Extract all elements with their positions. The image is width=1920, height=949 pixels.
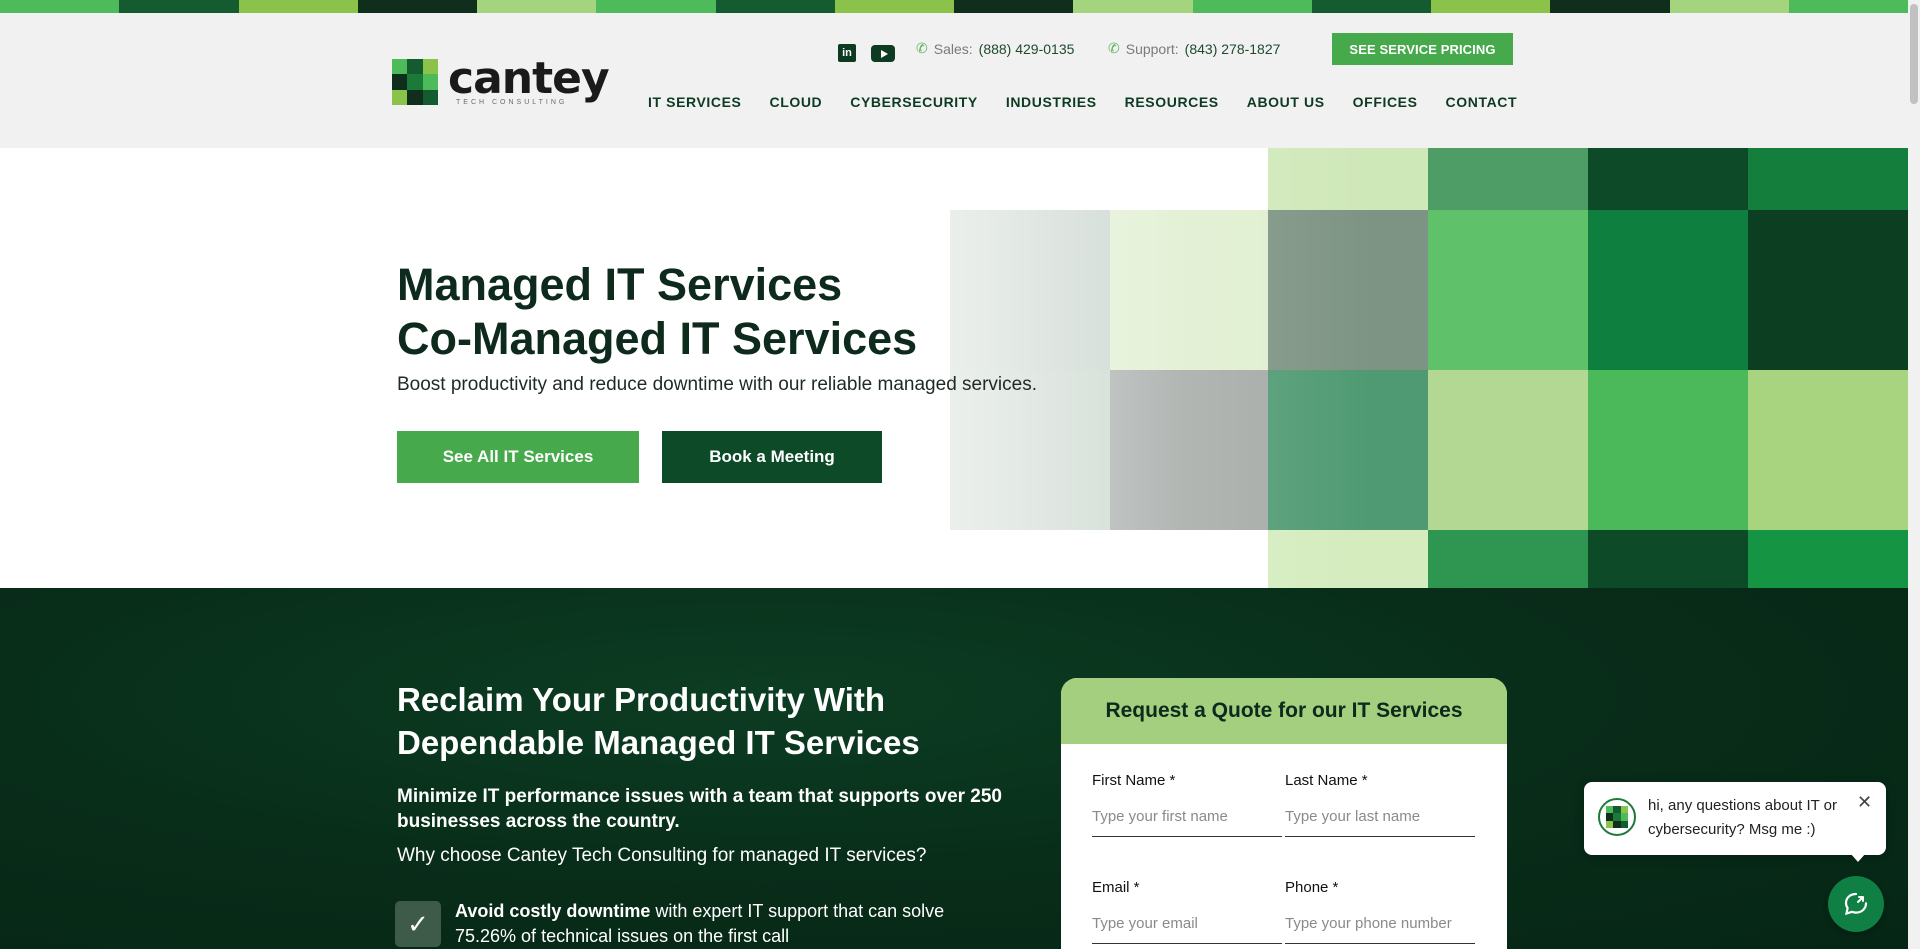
first-name-label: First Name *	[1092, 772, 1176, 789]
section-bold-text: Minimize IT performance issues with a te…	[397, 786, 1003, 832]
chat-message: hi, any questions about IT or cybersecur…	[1648, 797, 1838, 838]
stripe-segment	[1788, 0, 1908, 13]
hero-title-line-2: Co-Managed IT Services	[397, 313, 918, 364]
nav-contact[interactable]: CONTACT	[1446, 94, 1518, 110]
nav-resources[interactable]: RESOURCES	[1125, 94, 1219, 110]
section-question: Why choose Cantey Tech Consulting for ma…	[397, 845, 927, 866]
stripe-segment	[0, 0, 120, 13]
stripe-segment	[715, 0, 835, 13]
stripe-segment	[1192, 0, 1312, 13]
section-title: Reclaim Your Productivity With Dependabl…	[397, 678, 920, 764]
support-phone[interactable]: ✆ Support: (843) 278-1827	[1108, 40, 1280, 57]
last-name-input[interactable]	[1285, 797, 1475, 837]
stripe-segment	[1550, 0, 1670, 13]
nav-it-services[interactable]: IT SERVICES	[648, 94, 741, 110]
sales-phone[interactable]: ✆ Sales: (888) 429-0135	[916, 40, 1074, 57]
scrollbar-thumb[interactable]	[1910, 4, 1918, 104]
stripe-segment	[477, 0, 597, 13]
cantey-logo[interactable]: cantey TECH CONSULTING	[392, 53, 610, 106]
stripe-segment	[238, 0, 358, 13]
checkmark-icon: ✓	[395, 901, 441, 947]
nav-industries[interactable]: INDUSTRIES	[1006, 94, 1097, 110]
nav-cloud[interactable]: CLOUD	[769, 94, 822, 110]
sales-label: Sales:	[933, 40, 973, 57]
hero-subtitle: Boost productivity and reduce downtime w…	[397, 374, 1037, 395]
support-label: Support:	[1125, 40, 1179, 57]
page-scrollbar[interactable]	[1908, 0, 1920, 949]
close-icon[interactable]: ✕	[1857, 792, 1872, 813]
linkedin-icon[interactable]: in	[838, 44, 856, 62]
stripe-segment	[1311, 0, 1431, 13]
chat-avatar	[1598, 798, 1636, 836]
main-nav: IT SERVICES CLOUD CYBERSECURITY INDUSTRI…	[648, 94, 1517, 110]
section-title-line-2: Dependable Managed IT Services	[397, 724, 920, 761]
phone-field-group: Phone *	[1285, 879, 1475, 944]
see-all-it-services-button[interactable]: See All IT Services	[397, 431, 639, 483]
logo-wordmark: cantey	[448, 53, 610, 104]
section-title-line-1: Reclaim Your Productivity With	[397, 681, 886, 718]
quote-form-title: Request a Quote for our IT Services	[1061, 678, 1507, 744]
stripe-segment	[834, 0, 954, 13]
stripe-segment	[954, 0, 1074, 13]
site-header: cantey TECH CONSULTING in ✆ Sales: (888)…	[0, 13, 1908, 148]
support-number[interactable]: (843) 278-1827	[1185, 41, 1281, 57]
nav-cybersecurity[interactable]: CYBERSECURITY	[850, 94, 978, 110]
stripe-segment	[1669, 0, 1789, 13]
phone-icon: ✆	[1108, 40, 1120, 56]
top-color-stripe	[0, 0, 1908, 13]
youtube-icon[interactable]	[871, 45, 895, 62]
stripe-segment	[1431, 0, 1551, 13]
email-input[interactable]	[1092, 904, 1282, 944]
stripe-segment	[357, 0, 477, 13]
chat-icon	[1844, 892, 1868, 916]
phone-icon: ✆	[916, 40, 928, 56]
stripe-segment	[1073, 0, 1193, 13]
nav-about-us[interactable]: ABOUT US	[1247, 94, 1325, 110]
email-field-group: Email *	[1092, 879, 1282, 944]
check-item-bold: Avoid costly downtime	[455, 901, 651, 921]
last-name-label: Last Name *	[1285, 772, 1368, 789]
first-name-input[interactable]	[1092, 797, 1282, 837]
chat-launcher-button[interactable]	[1828, 876, 1884, 932]
sales-number[interactable]: (888) 429-0135	[979, 41, 1075, 57]
phone-label: Phone *	[1285, 879, 1339, 896]
stripe-segment	[119, 0, 239, 13]
email-label: Email *	[1092, 879, 1140, 896]
phone-input[interactable]	[1285, 904, 1475, 944]
nav-offices[interactable]: OFFICES	[1353, 94, 1418, 110]
logo-mark-icon	[1606, 806, 1628, 828]
logo-tagline: TECH CONSULTING	[456, 99, 568, 106]
hero-section: Managed IT Services Co-Managed IT Servic…	[0, 148, 1908, 588]
book-a-meeting-button[interactable]: Book a Meeting	[662, 431, 882, 483]
quote-form: Request a Quote for our IT Services Firs…	[1061, 678, 1507, 949]
last-name-field-group: Last Name *	[1285, 772, 1475, 837]
hero-title-line-1: Managed IT Services	[397, 259, 843, 310]
productivity-section: Reclaim Your Productivity With Dependabl…	[0, 588, 1908, 949]
logo-mark-icon	[392, 59, 438, 105]
stripe-segment	[596, 0, 716, 13]
see-service-pricing-button[interactable]: SEE SERVICE PRICING	[1332, 33, 1513, 65]
chat-bubble[interactable]: hi, any questions about IT or cybersecur…	[1584, 782, 1886, 855]
first-name-field-group: First Name *	[1092, 772, 1282, 837]
check-item-text: Avoid costly downtime with expert IT sup…	[455, 899, 975, 949]
hero-title: Managed IT Services Co-Managed IT Servic…	[397, 258, 917, 366]
